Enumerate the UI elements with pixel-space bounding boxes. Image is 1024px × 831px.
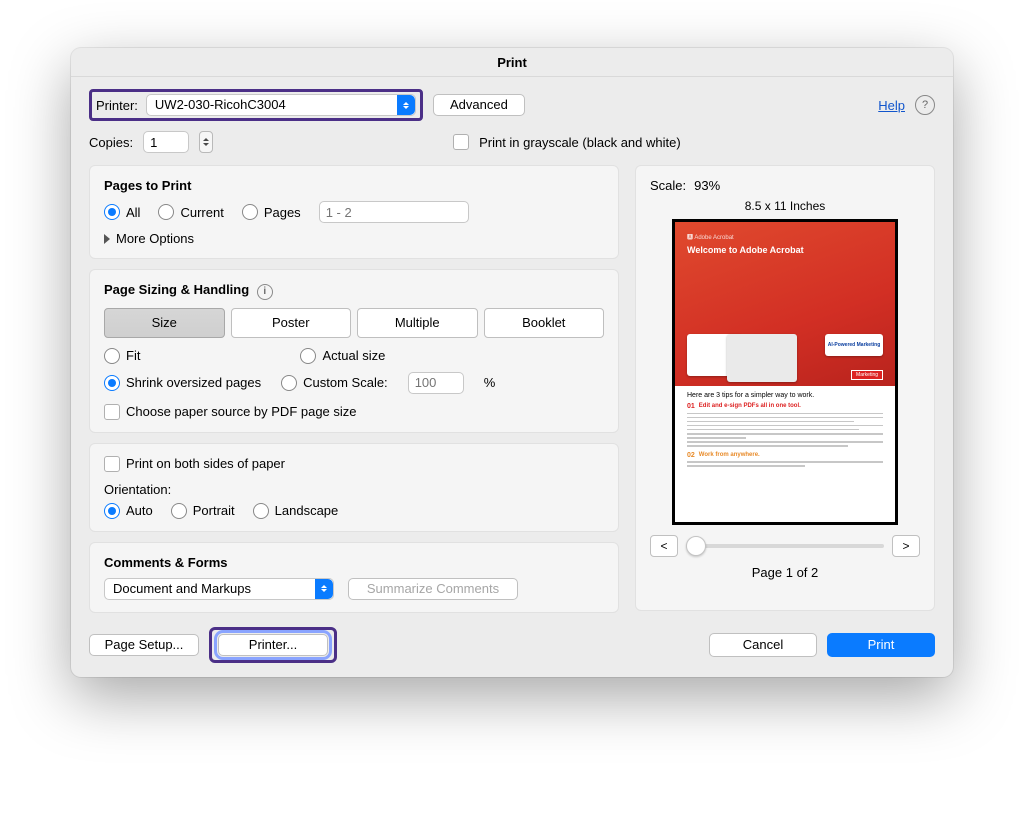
dialog-content: Printer: UW2-030-RicohC3004 Advanced Hel… — [71, 77, 953, 677]
preview-page: 🅰 Adobe Acrobat Welcome to Adobe Acrobat… — [672, 219, 898, 525]
seg-booklet[interactable]: Booklet — [484, 308, 605, 338]
pages-current-radio[interactable]: Current — [158, 204, 223, 220]
printer-button[interactable]: Printer... — [218, 634, 328, 656]
preview-doc-title: Welcome to Adobe Acrobat — [687, 245, 883, 255]
orientation-label: Orientation: — [104, 482, 604, 497]
page-slider[interactable] — [686, 544, 884, 548]
grayscale-checkbox[interactable] — [453, 134, 469, 150]
triangle-right-icon — [104, 234, 110, 244]
printer-highlight-box: Printer: UW2-030-RicohC3004 — [89, 89, 423, 121]
both-sides-checkbox[interactable] — [104, 456, 120, 472]
cancel-button[interactable]: Cancel — [709, 633, 817, 657]
pages-range-radio[interactable]: Pages — [242, 204, 301, 220]
seg-size[interactable]: Size — [104, 308, 225, 338]
preview-panel: Scale: 93% 8.5 x 11 Inches 🅰 Adobe Acrob… — [635, 165, 935, 611]
page-sizing-panel: Page Sizing & Handling i Size Poster Mul… — [89, 269, 619, 433]
scale-label: Scale: — [650, 178, 686, 193]
seg-poster[interactable]: Poster — [231, 308, 352, 338]
page-sizing-heading: Page Sizing & Handling i — [104, 282, 604, 300]
printer-select-value: UW2-030-RicohC3004 — [155, 95, 286, 115]
comments-panel: Comments & Forms Document and Markups Su… — [89, 542, 619, 613]
custom-scale-radio[interactable]: Custom Scale: — [281, 375, 388, 391]
duplex-panel: Print on both sides of paper Orientation… — [89, 443, 619, 532]
printer-label: Printer: — [96, 98, 138, 113]
copies-label: Copies: — [89, 135, 133, 150]
scale-value: 93% — [694, 178, 720, 193]
actual-radio[interactable]: Actual size — [300, 348, 385, 364]
pages-to-print-panel: Pages to Print All Current — [89, 165, 619, 259]
print-dialog: Print Printer: UW2-030-RicohC3004 Advanc… — [71, 48, 953, 677]
prev-page-button[interactable]: < — [650, 535, 678, 557]
paper-source-label: Choose paper source by PDF page size — [126, 404, 357, 419]
pages-range-input[interactable] — [319, 201, 469, 223]
pages-all-radio[interactable]: All — [104, 204, 140, 220]
comments-select[interactable]: Document and Markups — [104, 578, 334, 600]
fit-radio[interactable]: Fit — [104, 348, 140, 364]
page-indicator: Page 1 of 2 — [650, 565, 920, 580]
print-button[interactable]: Print — [827, 633, 935, 657]
orient-portrait-radio[interactable]: Portrait — [171, 503, 235, 519]
printer-button-highlight: Printer... — [209, 627, 337, 663]
preview-body: Here are 3 tips for a simpler way to wor… — [675, 386, 895, 522]
more-options-disclosure[interactable]: More Options — [104, 231, 604, 246]
paper-source-checkbox[interactable] — [104, 404, 120, 420]
info-icon[interactable]: i — [257, 284, 273, 300]
preview-tag: Marketing — [851, 370, 883, 380]
preview-hero: 🅰 Adobe Acrobat Welcome to Adobe Acrobat… — [675, 222, 895, 386]
next-page-button[interactable]: > — [892, 535, 920, 557]
advanced-button[interactable]: Advanced — [433, 94, 525, 116]
sizing-segmented: Size Poster Multiple Booklet — [104, 308, 604, 338]
comments-heading: Comments & Forms — [104, 555, 604, 570]
custom-scale-input[interactable] — [408, 372, 464, 394]
chevron-updown-icon — [397, 95, 415, 115]
printer-select[interactable]: UW2-030-RicohC3004 — [146, 94, 416, 116]
chevron-updown-icon — [315, 579, 333, 599]
preview-ai-badge: AI-Powered Marketing — [825, 334, 883, 356]
dialog-title: Print — [71, 48, 953, 77]
both-sides-label: Print on both sides of paper — [126, 456, 285, 471]
paper-size-label: 8.5 x 11 Inches — [650, 199, 920, 213]
copies-stepper[interactable] — [199, 131, 213, 153]
help-icon[interactable]: ? — [915, 95, 935, 115]
orient-landscape-radio[interactable]: Landscape — [253, 503, 339, 519]
pages-to-print-heading: Pages to Print — [104, 178, 604, 193]
summarize-comments-button[interactable]: Summarize Comments — [348, 578, 518, 600]
grayscale-label: Print in grayscale (black and white) — [479, 135, 681, 150]
slider-thumb[interactable] — [686, 536, 706, 556]
seg-multiple[interactable]: Multiple — [357, 308, 478, 338]
copies-input[interactable] — [143, 131, 189, 153]
shrink-radio[interactable]: Shrink oversized pages — [104, 375, 261, 391]
help-link[interactable]: Help — [878, 98, 905, 113]
orient-auto-radio[interactable]: Auto — [104, 503, 153, 519]
percent-label: % — [484, 375, 496, 390]
page-setup-button[interactable]: Page Setup... — [89, 634, 199, 656]
